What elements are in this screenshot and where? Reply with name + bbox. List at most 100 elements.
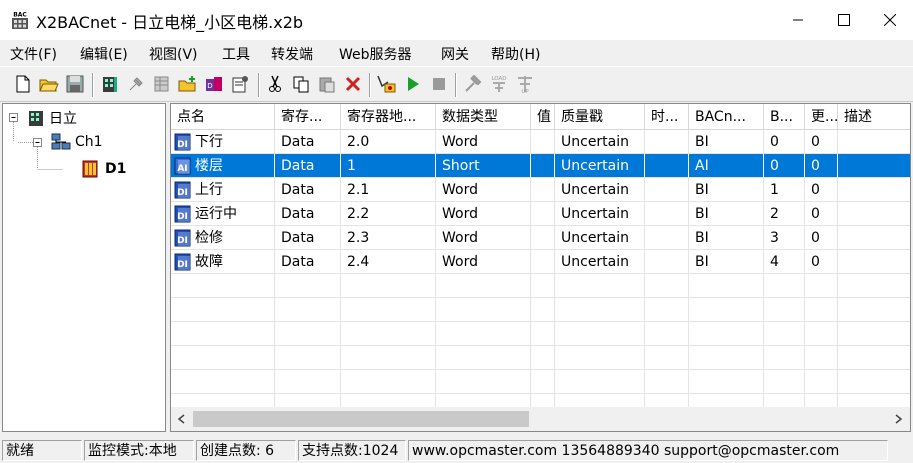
maximize-button[interactable]	[821, 0, 867, 40]
scroll-left-icon[interactable]	[177, 414, 185, 424]
add-point-button[interactable]	[151, 73, 173, 95]
cell-data-type: Word	[436, 130, 531, 154]
save-button[interactable]	[64, 73, 86, 95]
empty-cell	[436, 274, 531, 298]
scrollbar-thumb[interactable]	[193, 411, 529, 427]
column-header-description[interactable]: 描述	[838, 104, 910, 130]
cell-address: 2.3	[341, 226, 436, 250]
menu-view[interactable]: 视图(V)	[149, 44, 198, 64]
table-row[interactable]: DI 故障 Data 2.4 Word Uncertain BI 4 0	[171, 250, 910, 274]
cell-bacnet: AI	[689, 154, 764, 178]
column-header-update[interactable]: 更...	[805, 104, 838, 130]
cell-update: 0	[805, 178, 838, 202]
cell-quality: Uncertain	[555, 130, 645, 154]
column-header-bacnet[interactable]: BACn...	[689, 104, 764, 130]
delete-button[interactable]	[342, 73, 364, 95]
menu-edit[interactable]: 编辑(E)	[80, 44, 128, 64]
play-icon	[408, 77, 419, 91]
cell-time	[645, 226, 689, 250]
tools-button[interactable]	[462, 73, 484, 95]
minimize-button[interactable]	[775, 0, 821, 40]
menu-tools[interactable]: 工具	[222, 44, 250, 64]
column-header-data-type[interactable]: 数据类型	[436, 104, 531, 130]
run-button[interactable]	[402, 73, 424, 95]
table-row[interactable]: DI 上行 Data 2.1 Word Uncertain BI 1 0	[171, 178, 910, 202]
plug-icon	[129, 77, 143, 91]
column-header-name[interactable]: 点名	[171, 104, 275, 130]
properties-icon	[232, 76, 248, 93]
empty-cell	[531, 346, 555, 370]
open-folder-icon	[39, 79, 59, 92]
building-icon	[29, 111, 43, 126]
empty-cell	[436, 322, 531, 346]
status-contact: www.opcmaster.com 13564889340 support@op…	[408, 440, 888, 461]
toolbar-separator	[258, 73, 260, 97]
cell-time	[645, 250, 689, 274]
column-header-address[interactable]: 寄存器地...	[341, 104, 436, 130]
menu-web-server[interactable]: Web服务器	[339, 44, 412, 64]
cell-b: 2	[764, 202, 805, 226]
empty-cell	[838, 274, 910, 298]
cell-time	[645, 130, 689, 154]
add-device-button[interactable]	[125, 73, 147, 95]
paste-button[interactable]	[316, 73, 338, 95]
up-label: UP	[521, 89, 529, 94]
empty-cell	[531, 274, 555, 298]
empty-cell	[555, 370, 645, 394]
save-disk-icon	[66, 75, 84, 93]
close-button[interactable]	[867, 0, 913, 40]
column-header-time[interactable]: 时...	[645, 104, 689, 130]
title-bar[interactable]: BAC X2BACnet - 日立电梯_小区电梯.x2b	[0, 0, 913, 40]
table-row[interactable]: DI 运行中 Data 2.2 Word Uncertain BI 2 0	[171, 202, 910, 226]
batch-add-button[interactable]: D	[203, 73, 225, 95]
table-row[interactable]: DI 检修 Data 2.3 Word Uncertain BI 3 0	[171, 226, 910, 250]
svg-text:DI: DI	[177, 236, 188, 246]
digital-input-icon: DI	[174, 133, 191, 150]
empty-cell	[764, 322, 805, 346]
table-row[interactable]: DI 下行 Data 2.0 Word Uncertain BI 0 0	[171, 130, 910, 154]
cell-description	[838, 154, 910, 178]
cell-address: 2.4	[341, 250, 436, 274]
empty-cell	[838, 322, 910, 346]
tree-channel-node[interactable]: Ch1	[51, 133, 103, 151]
menu-file[interactable]: 文件(F)	[10, 44, 57, 64]
monitor-button[interactable]	[376, 73, 398, 95]
menu-gateway[interactable]: 网关	[441, 44, 469, 64]
cell-data-type: Short	[436, 154, 531, 178]
copy-button[interactable]	[290, 73, 312, 95]
horizontal-scrollbar[interactable]	[171, 407, 910, 431]
scroll-right-icon[interactable]	[895, 414, 903, 424]
points-list: 点名 寄存... 寄存器地... 数据类型 值 质量戳 时... BACn...…	[170, 103, 911, 432]
empty-cell	[171, 322, 275, 346]
tree-device-node[interactable]: D1	[81, 159, 126, 179]
empty-cell	[689, 370, 764, 394]
column-header-quality[interactable]: 质量戳	[555, 104, 645, 130]
column-header-b[interactable]: B...	[764, 104, 805, 130]
new-button[interactable]	[12, 73, 34, 95]
table-row[interactable]: AI 楼层 Data 1 Short Uncertain AI 0 0	[171, 154, 910, 178]
toolbar: D LOAD UP	[0, 66, 913, 102]
empty-cell	[531, 298, 555, 322]
import-button[interactable]	[177, 73, 199, 95]
column-header-value[interactable]: 值	[531, 104, 555, 130]
empty-cell	[555, 274, 645, 298]
empty-row	[171, 346, 910, 370]
menu-forwarder[interactable]: 转发端	[271, 44, 313, 64]
open-button[interactable]	[38, 73, 60, 95]
cut-button[interactable]	[264, 73, 286, 95]
empty-cell	[689, 346, 764, 370]
stop-button[interactable]	[428, 73, 450, 95]
load-label: LOAD	[491, 76, 506, 82]
column-header-register[interactable]: 寄存...	[275, 104, 341, 130]
tree-root-node[interactable]: 日立	[27, 108, 77, 128]
menu-help[interactable]: 帮助(H)	[491, 44, 540, 64]
stop-icon	[433, 78, 445, 90]
upload-button[interactable]: UP	[514, 73, 536, 95]
properties-button[interactable]	[229, 73, 251, 95]
add-channel-button[interactable]	[99, 73, 121, 95]
cell-update: 0	[805, 202, 838, 226]
empty-cell	[275, 346, 341, 370]
cell-time	[645, 154, 689, 178]
device-icon	[82, 160, 98, 178]
load-button[interactable]: LOAD	[488, 73, 510, 95]
